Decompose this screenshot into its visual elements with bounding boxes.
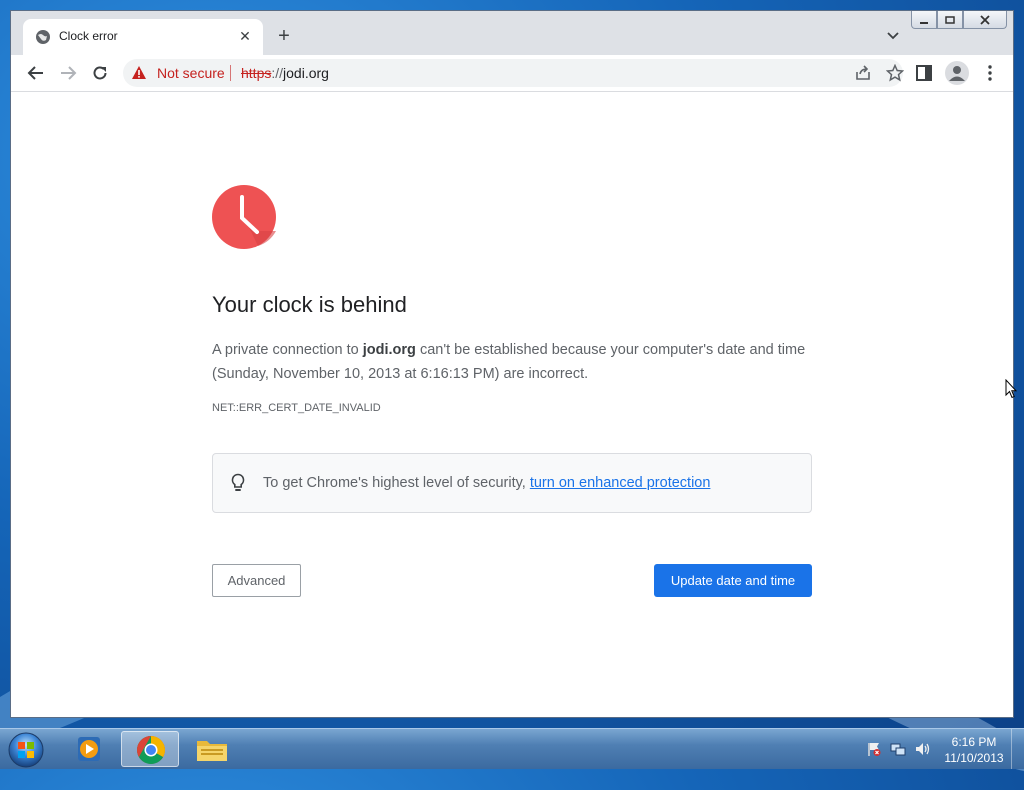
title-bar: Clock error ✕ + — [11, 11, 1013, 55]
forward-icon[interactable] — [59, 64, 77, 82]
window-controls — [911, 11, 1007, 29]
url-scheme: https — [241, 65, 272, 81]
enhanced-protection-box: To get Chrome's highest level of securit… — [212, 453, 812, 513]
close-icon[interactable]: ✕ — [235, 26, 255, 46]
omnibox-divider — [230, 65, 231, 81]
clock-time: 6:16 PM — [951, 735, 997, 749]
mouse-cursor-icon — [1005, 379, 1017, 399]
folder-icon — [197, 741, 227, 761]
chrome-icon — [137, 736, 165, 764]
warning-icon[interactable] — [131, 65, 147, 81]
lightbulb-icon — [231, 473, 245, 491]
security-tip-text: To get Chrome's highest level of securit… — [263, 475, 530, 491]
show-desktop-button[interactable] — [1011, 729, 1024, 769]
speaker-icon[interactable] — [914, 741, 930, 757]
taskbar-media-player[interactable] — [60, 731, 118, 767]
profile-icon[interactable] — [945, 61, 969, 85]
taskbar-chrome[interactable] — [121, 731, 179, 767]
error-description: A private connection to jodi.org can't b… — [212, 338, 812, 386]
address-bar[interactable]: Not secure https://jodi.org — [123, 59, 904, 87]
url-text[interactable]: https://jodi.org — [241, 65, 329, 81]
tab-clock-error[interactable]: Clock error ✕ — [23, 19, 263, 55]
minimize-button[interactable] — [911, 11, 937, 29]
description-host: jodi.org — [362, 342, 416, 358]
media-player-icon — [78, 737, 100, 761]
tab-title: Clock error — [59, 29, 118, 43]
error-code[interactable]: NET::ERR_CERT_DATE_INVALID — [212, 402, 381, 414]
restore-button[interactable] — [937, 11, 963, 29]
reload-icon[interactable] — [91, 64, 109, 82]
network-icon[interactable] — [890, 741, 906, 757]
close-window-button[interactable] — [963, 11, 1007, 29]
globe-icon — [36, 30, 50, 44]
menu-icon[interactable] — [981, 64, 999, 82]
windows-start-icon[interactable] — [8, 732, 44, 768]
back-icon[interactable] — [27, 64, 45, 82]
flag-icon[interactable] — [866, 741, 882, 757]
security-status[interactable]: Not secure — [157, 65, 225, 81]
system-clock[interactable]: 6:16 PM 11/10/2013 — [938, 734, 1010, 766]
enhanced-protection-link[interactable]: turn on enhanced protection — [530, 475, 711, 491]
description-prefix: A private connection to — [212, 342, 363, 358]
side-panel-icon[interactable] — [915, 64, 933, 82]
chevron-down-icon[interactable] — [884, 27, 902, 45]
update-date-time-button[interactable]: Update date and time — [654, 564, 812, 597]
taskbar-file-explorer[interactable] — [183, 731, 241, 767]
plus-icon[interactable]: + — [273, 25, 295, 47]
advanced-button[interactable]: Advanced — [212, 564, 301, 597]
security-tip: To get Chrome's highest level of securit… — [263, 475, 710, 491]
browser-toolbar: Not secure https://jodi.org — [11, 55, 1013, 92]
star-icon[interactable] — [886, 64, 904, 82]
clock-date: 11/10/2013 — [944, 751, 1004, 765]
clock-icon — [212, 185, 276, 249]
browser-window: Clock error ✕ + Not secure https://jodi.… — [10, 10, 1014, 718]
error-page: Your clock is behind A private connectio… — [11, 92, 1013, 717]
page-title: Your clock is behind — [212, 292, 407, 317]
url-host: jodi.org — [283, 65, 329, 81]
share-icon[interactable] — [854, 64, 872, 82]
url-separator: :// — [271, 65, 284, 81]
taskbar: 6:16 PM 11/10/2013 — [0, 728, 1024, 769]
